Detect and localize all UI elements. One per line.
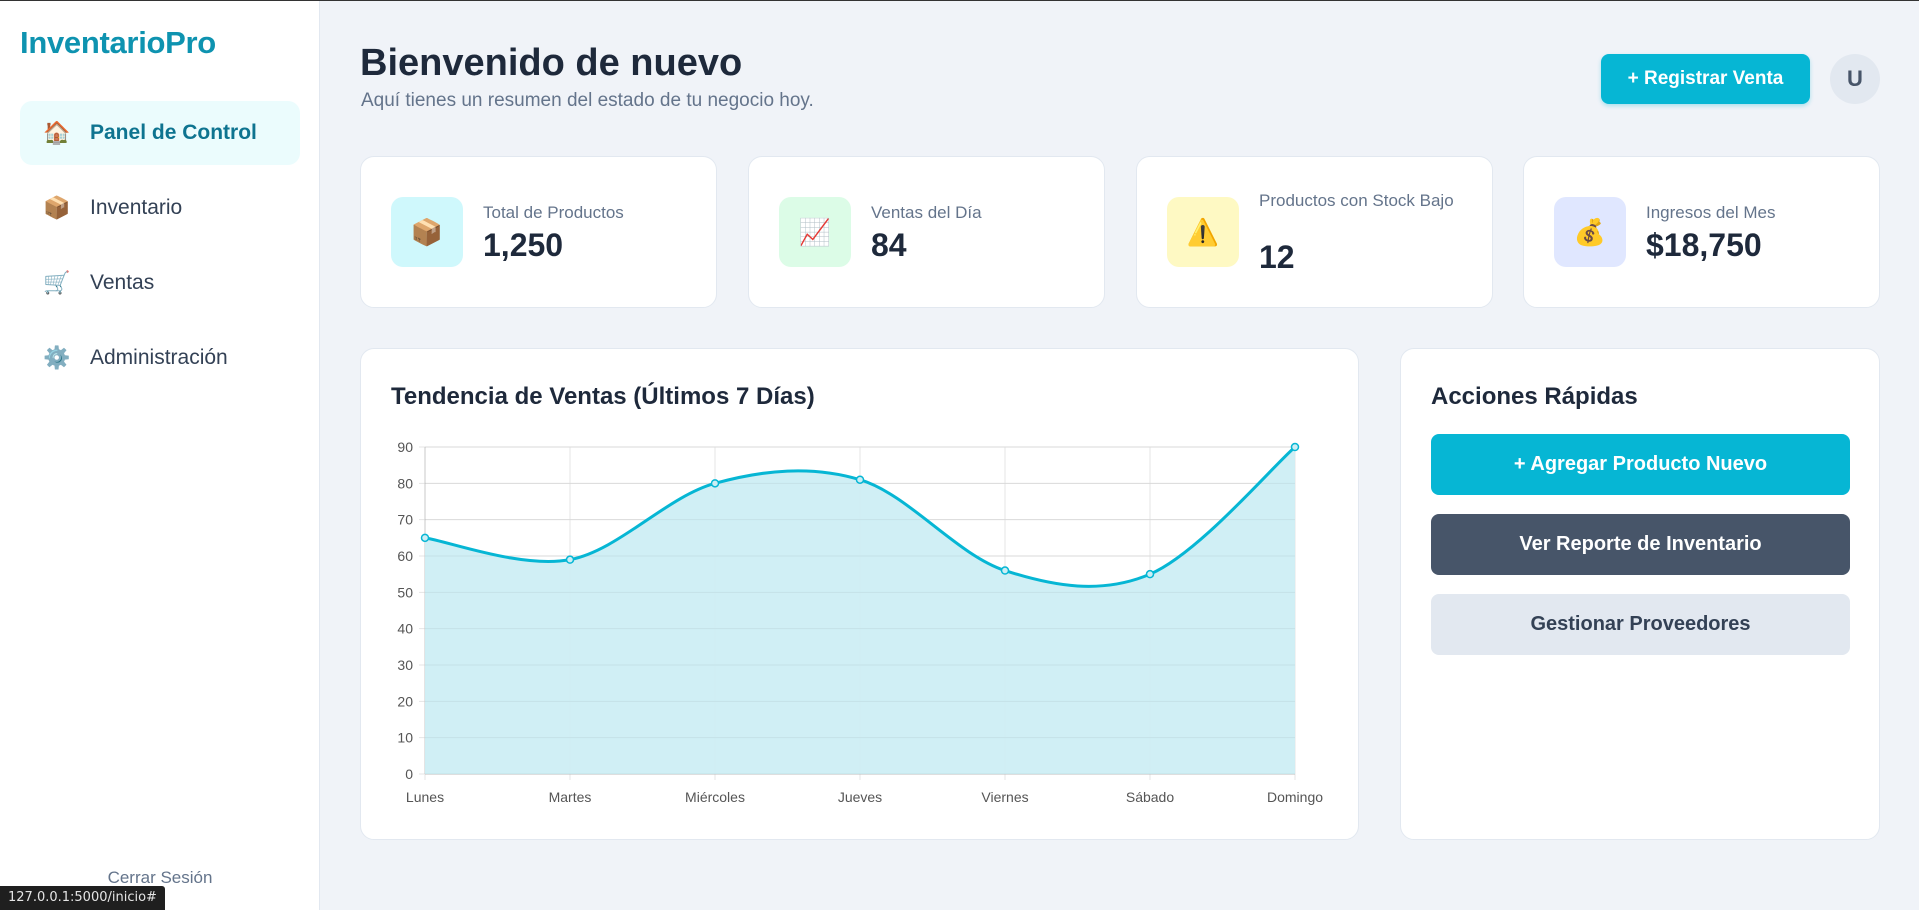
page-title: Bienvenido de nuevo [360, 42, 743, 84]
sidebar-item-ventas[interactable]: 🛒 Ventas [20, 251, 300, 315]
sidebar-item-label: Administración [90, 346, 228, 369]
stat-card-daily-sales: 📈 Ventas del Día 84 [748, 156, 1105, 308]
shopping-cart-icon: 🛒 [43, 270, 71, 295]
y-tick-label: 30 [397, 657, 413, 673]
sidebar-item-label: Panel de Control [90, 121, 257, 144]
data-point-sábado [1145, 569, 1155, 579]
quick-actions-card: Acciones Rápidas + Agregar Producto Nuev… [1400, 348, 1880, 840]
stat-card-low-stock: ⚠️ Productos con Stock Bajo 12 [1136, 156, 1493, 308]
y-tick-label: 0 [405, 766, 413, 782]
brand-logo[interactable]: InventarioPro [20, 25, 216, 61]
data-point-domingo [1290, 442, 1300, 452]
data-point-lunes [420, 533, 430, 543]
sidebar-item-label: Ventas [90, 271, 155, 294]
house-icon: 🏠 [43, 120, 71, 145]
x-tick-label: Domingo [1267, 789, 1323, 805]
y-tick-label: 80 [397, 475, 413, 491]
sidebar: InventarioPro 🏠 Panel de Control 📦 Inven… [0, 1, 320, 910]
package-icon: 📦 [391, 197, 463, 267]
browser-status-url: 127.0.0.1:5000/inicio# [0, 886, 165, 910]
y-tick-label: 40 [397, 621, 413, 637]
y-tick-label: 20 [397, 693, 413, 709]
stat-label: Total de Productos [483, 203, 624, 222]
data-point-jueves [855, 475, 865, 484]
x-tick-label: Miércoles [685, 789, 745, 805]
y-tick-label: 90 [397, 439, 413, 455]
quick-actions-title: Acciones Rápidas [1431, 383, 1638, 410]
stat-card-total-products: 📦 Total de Productos 1,250 [360, 156, 717, 308]
stat-value: 1,250 [483, 227, 564, 263]
data-point-viernes [1000, 566, 1010, 575]
stat-value: $18,750 [1646, 227, 1762, 263]
page-subtitle: Aquí tienes un resumen del estado de tu … [361, 90, 814, 111]
register-sale-button[interactable]: + Registrar Venta [1601, 54, 1810, 104]
x-tick-label: Jueves [838, 789, 882, 805]
manage-suppliers-button[interactable]: Gestionar Proveedores [1431, 594, 1850, 655]
logout-link[interactable]: Cerrar Sesión [0, 868, 320, 888]
y-tick-label: 50 [397, 584, 413, 600]
add-product-button[interactable]: + Agregar Producto Nuevo [1431, 434, 1850, 495]
y-tick-label: 60 [397, 548, 413, 564]
stat-label: Ventas del Día [871, 203, 982, 222]
stat-label: Ingresos del Mes [1646, 203, 1776, 222]
sidebar-item-label: Inventario [90, 196, 183, 219]
sidebar-item-panel-de-control[interactable]: 🏠 Panel de Control [20, 101, 300, 165]
x-tick-label: Lunes [406, 789, 444, 805]
stat-label: Productos con Stock Bajo [1259, 191, 1454, 210]
sidebar-nav: 🏠 Panel de Control 📦 Inventario 🛒 Ventas… [20, 101, 300, 401]
chart-increasing-icon: 📈 [779, 197, 851, 267]
warning-icon: ⚠️ [1167, 197, 1239, 267]
inventory-report-button[interactable]: Ver Reporte de Inventario [1431, 514, 1850, 575]
money-bag-icon: 💰 [1554, 197, 1626, 267]
sales-trend-card: Tendencia de Ventas (Últimos 7 Días) 0 10… [360, 348, 1359, 840]
sales-trend-chart: 0 10 20 30 40 50 60 70 80 90 Lunes Martes Miércoles J… [397, 439, 1323, 805]
x-tick-label: Viernes [981, 789, 1028, 805]
sidebar-item-administracion[interactable]: ⚙️ Administración [20, 326, 300, 390]
y-tick-label: 10 [397, 730, 413, 746]
stat-value: 84 [871, 227, 907, 263]
y-tick-label: 70 [397, 512, 413, 528]
avatar[interactable]: U [1830, 54, 1880, 104]
x-tick-label: Martes [549, 789, 592, 805]
x-tick-label: Sábado [1126, 789, 1174, 805]
stat-card-monthly-revenue: 💰 Ingresos del Mes $18,750 [1523, 156, 1880, 308]
package-icon: 📦 [43, 195, 71, 220]
sidebar-item-inventario[interactable]: 📦 Inventario [20, 176, 300, 240]
sales-area-fill [425, 447, 1295, 774]
data-point-miércoles [710, 479, 720, 488]
stat-value: 12 [1259, 239, 1295, 275]
data-point-martes [565, 555, 575, 564]
gear-icon: ⚙️ [43, 345, 71, 370]
